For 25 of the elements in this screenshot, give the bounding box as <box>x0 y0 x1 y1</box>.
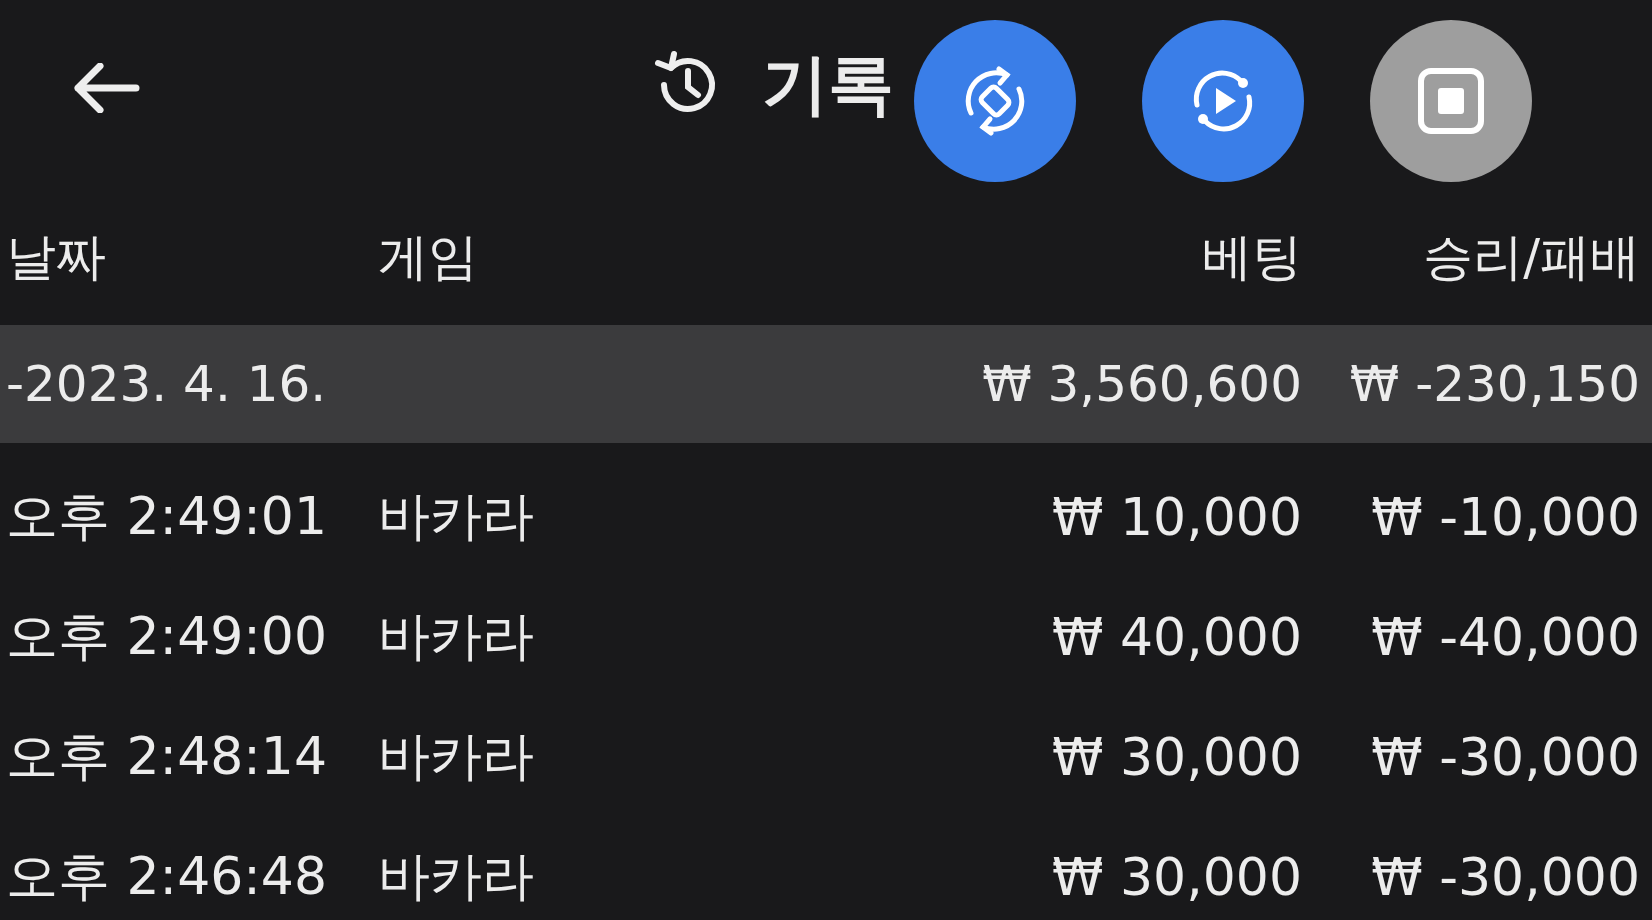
bet-cell-text: ₩ 10,000 <box>1051 487 1302 547</box>
time-cell-text: 오후 2:46:48 <box>5 845 328 908</box>
game-cell-text: 바카라 <box>378 725 535 788</box>
date-label: -2023. 4. 16. <box>5 355 328 413</box>
column-header: 승리/패배 <box>1422 227 1640 288</box>
bet-cell-text: ₩ 30,000 <box>1051 727 1302 787</box>
page-title: 기록 <box>762 45 894 125</box>
bet-total: ₩ 3,560,600 <box>981 355 1302 413</box>
bet-cell-text: ₩ 30,000 <box>1051 847 1302 907</box>
bet-cell-text: ₩ 40,000 <box>1051 607 1302 667</box>
result-cell-text: ₩ -30,000 <box>1370 847 1640 907</box>
column-header: 날짜 <box>5 227 107 288</box>
result-cell-text: ₩ -40,000 <box>1370 607 1640 667</box>
game-cell-text: 바카라 <box>378 485 535 548</box>
result-total: ₩ -230,150 <box>1348 355 1640 413</box>
time-cell-text: 오후 2:49:00 <box>5 605 328 668</box>
date-group-row[interactable]: -2023. 4. 16. ₩ 3,560,600 ₩ -230,150 <box>0 325 1652 443</box>
column-header: 베팅 <box>1201 227 1302 288</box>
result-cell-text: ₩ -30,000 <box>1370 727 1640 787</box>
game-cell-text: 바카라 <box>378 605 535 668</box>
time-cell-text: 오후 2:48:14 <box>5 725 328 788</box>
column-header: 게임 <box>378 227 479 288</box>
game-cell-text: 바카라 <box>378 845 535 908</box>
time-cell-text: 오후 2:49:01 <box>5 485 328 548</box>
result-cell-text: ₩ -10,000 <box>1370 487 1640 547</box>
